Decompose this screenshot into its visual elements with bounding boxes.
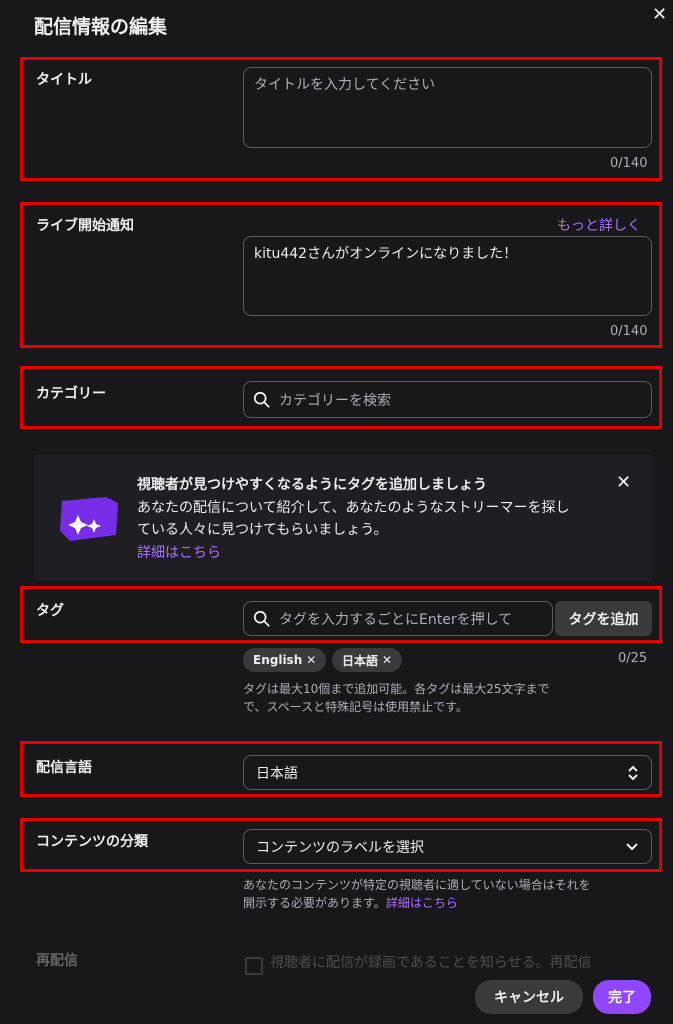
classification-value: コンテンツのラベルを選択 <box>256 839 424 856</box>
notification-counter: 0/140 <box>610 324 648 339</box>
tag-help-line1: タグは最大10個まで追加可能。各タグは最大25文字まで <box>243 682 550 696</box>
remove-icon[interactable]: ✕ <box>306 653 316 667</box>
language-label: 配信言語 <box>36 760 92 776</box>
tag-chip-label: English <box>253 653 303 667</box>
category-placeholder: カテゴリーを検索 <box>279 392 391 409</box>
tag-counter: 0/25 <box>618 651 648 666</box>
title-counter: 0/140 <box>610 156 648 171</box>
sparkle-tag-icon <box>60 497 118 541</box>
add-tag-button[interactable]: タグを追加 <box>555 601 652 636</box>
tag-chip[interactable]: 日本語 ✕ <box>332 648 403 672</box>
updown-chevron-icon <box>628 765 638 780</box>
tag-placeholder: タグを入力するごとにEnterを押して <box>279 611 513 628</box>
tag-chip-label: 日本語 <box>342 653 379 668</box>
cancel-button[interactable]: キャンセル <box>475 980 583 1014</box>
rerun-checkbox-label: 視聴者に配信が録画であることを知らせる。再配信 <box>270 955 592 971</box>
category-search-input[interactable]: カテゴリーを検索 <box>243 381 652 418</box>
chevron-down-icon <box>626 842 638 850</box>
tag-chip[interactable]: English ✕ <box>243 648 327 672</box>
classification-help-text: 開示する必要があります。 <box>243 896 386 910</box>
modal-title: 配信情報の編集 <box>34 16 168 38</box>
close-icon[interactable]: ✕ <box>652 4 667 25</box>
done-button[interactable]: 完了 <box>593 980 651 1014</box>
classification-help-line1: あなたのコンテンツが特定の視聴者に適していない場合はそれを <box>243 878 591 892</box>
notification-input[interactable]: kitu442さんがオンラインになりました！ <box>243 236 652 316</box>
language-select[interactable]: 日本語 <box>243 755 652 790</box>
title-input[interactable]: タイトルを入力してください <box>243 67 652 148</box>
classification-help-line2: 開示する必要があります。詳細はこちら <box>243 894 458 912</box>
tag-help-line2: で、スペースと特殊記号は使用禁止です。 <box>243 700 468 714</box>
notification-label: ライブ開始通知 <box>36 218 134 234</box>
classification-label: コンテンツの分類 <box>36 834 148 850</box>
learn-more-link[interactable]: もっと詳しく <box>557 215 641 235</box>
tag-input[interactable]: タグを入力するごとにEnterを押して <box>243 601 553 636</box>
language-value: 日本語 <box>256 765 298 782</box>
tag-banner: 視聴者が見つけやすくなるようにタグを追加しましょう あなたの配信について紹介して… <box>34 455 652 581</box>
search-icon <box>253 610 270 627</box>
classification-details-link[interactable]: 詳細はこちら <box>386 896 458 910</box>
banner-headline: 視聴者が見つけやすくなるようにタグを追加しましょう <box>137 477 487 493</box>
search-icon <box>253 391 270 408</box>
rerun-label: 再配信 <box>36 953 78 969</box>
title-label: タイトル <box>36 72 92 88</box>
category-label: カテゴリー <box>36 386 106 402</box>
rerun-checkbox[interactable] <box>245 957 263 975</box>
banner-close-icon[interactable]: ✕ <box>616 472 631 493</box>
classification-select[interactable]: コンテンツのラベルを選択 <box>243 829 652 864</box>
banner-details-link[interactable]: 詳細はこちら <box>137 542 221 562</box>
remove-icon[interactable]: ✕ <box>382 653 392 667</box>
banner-body-line1: あなたの配信について紹介して、あなたのようなストリーマーを探し <box>137 500 570 516</box>
banner-body-line2: ている人々に見つけてもらいましょう。 <box>137 522 388 538</box>
tag-label: タグ <box>36 603 64 619</box>
